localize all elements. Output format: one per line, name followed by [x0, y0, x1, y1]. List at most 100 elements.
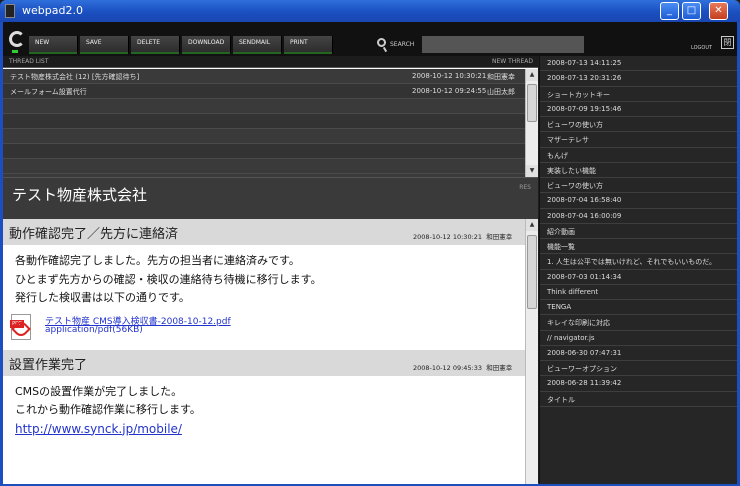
- thread-subject-band: テスト物産株式会社 RES: [3, 177, 538, 219]
- message-link[interactable]: http://www.synck.jp/mobile/: [15, 422, 182, 436]
- sidebar-item[interactable]: 1. 人生は公平では無いけれど、それでもいいものだ。: [540, 254, 737, 270]
- thread-date: 2008-10-12 10:30:21: [412, 72, 487, 80]
- button-underline: [284, 52, 332, 54]
- message-list: 動作確認完了／先方に連絡済 2008-10-12 10:30:21 和田憲幸 各…: [3, 219, 525, 484]
- sidebar-item[interactable]: 2008-07-13 20:31:26: [540, 71, 737, 87]
- sendmail-button[interactable]: SENDMAIL: [233, 36, 282, 54]
- sidebar-item[interactable]: // navigator.js: [540, 331, 737, 346]
- new-button[interactable]: NEW: [29, 36, 78, 54]
- thread-list-scrollbar[interactable]: ▲ ▼: [525, 69, 538, 177]
- sidebar-item[interactable]: 2008-06-28 11:39:42: [540, 376, 737, 392]
- scroll-thumb[interactable]: [527, 84, 537, 122]
- thread-subject: テスト物産株式会社: [12, 186, 148, 204]
- sidebar-item[interactable]: ビューワの使い方: [540, 178, 737, 194]
- toolbar: NEW SAVE DELETE DOWNLOAD SENDMAIL PRINT …: [3, 22, 737, 56]
- sidebar-item[interactable]: TENGA: [540, 300, 737, 316]
- sidebar-item[interactable]: 2008-07-04 16:00:09: [540, 209, 737, 224]
- thread-title: メールフォーム設置代行: [10, 88, 87, 96]
- search-input[interactable]: [422, 36, 584, 53]
- app-icon: [5, 4, 15, 18]
- message-scrollbar[interactable]: ▲: [525, 219, 538, 484]
- thread-row-empty: [3, 144, 525, 159]
- res-button[interactable]: RES: [519, 184, 531, 191]
- message-line: 各動作確認完了しました。先方の担当者に連絡済みです。: [15, 254, 300, 267]
- logout-icon[interactable]: 閉: [721, 36, 734, 49]
- logout-label[interactable]: LOGOUT: [691, 45, 712, 51]
- message-header: 設置作業完了 2008-10-12 09:45:33 和田憲幸: [3, 349, 525, 376]
- sidebar-item[interactable]: 2008-07-13 14:11:25: [540, 56, 737, 72]
- sidebar-item[interactable]: タイトル: [540, 392, 737, 407]
- attachment[interactable]: テスト物産 CMS導入検収書-2008-10-12.pdf applicatio…: [3, 312, 525, 350]
- sidebar-item[interactable]: 紹介動画: [540, 224, 737, 239]
- thread-date: 2008-10-12 09:24:55: [412, 87, 487, 95]
- history-list: 2008-07-13 14:11:25 2008-07-13 20:31:26 ショ…: [540, 56, 737, 407]
- download-button-label: DOWNLOAD: [188, 39, 225, 46]
- thread-author: 和田憲幸: [487, 73, 515, 81]
- thread-row[interactable]: メールフォーム設置代行 2008-10-12 09:24:55 山田太郎: [3, 84, 525, 99]
- new-thread-link[interactable]: NEW THREAD: [492, 58, 533, 65]
- sidebar-item[interactable]: 2008-06-30 07:47:31: [540, 346, 737, 361]
- message-body: CMSの設置作業が完了しました。 これから動作確認作業に移行します。 http:…: [3, 376, 525, 440]
- scroll-up-arrow-icon[interactable]: ▲: [526, 219, 538, 231]
- message-body: 各動作確認完了しました。先方の担当者に連絡済みです。 ひとまず先方からの確認・検…: [3, 245, 525, 308]
- attachment-type: application/pdf(56KB): [45, 324, 143, 335]
- button-underline: [182, 52, 230, 54]
- message-title: 動作確認完了／先方に連絡済: [9, 227, 179, 242]
- message-title: 設置作業完了: [9, 357, 88, 373]
- new-button-label: NEW: [35, 39, 50, 46]
- message-line: CMSの設置作業が完了しました。: [15, 384, 183, 398]
- thread-row[interactable]: テスト物産株式会社 (12) [先方確認待ち] 2008-10-12 10:30…: [3, 69, 525, 84]
- scroll-down-arrow-icon[interactable]: ▼: [526, 165, 538, 177]
- sendmail-button-label: SENDMAIL: [239, 39, 271, 46]
- sidebar-item[interactable]: 2008-07-09 19:15:46: [540, 102, 737, 117]
- sidebar-item[interactable]: 2008-07-04 16:58:40: [540, 193, 737, 209]
- button-underline: [131, 52, 179, 54]
- sidebar-item[interactable]: ショートカットキー: [540, 87, 737, 102]
- scroll-up-arrow-icon[interactable]: ▲: [526, 69, 538, 81]
- message-date: 2008-10-12 09:45:33: [413, 363, 483, 372]
- close-button[interactable]: ✕: [709, 2, 728, 20]
- status-indicator: [12, 50, 18, 53]
- sidebar-item[interactable]: Think different: [540, 285, 737, 300]
- sidebar-item[interactable]: ビューワの使い方: [540, 117, 737, 133]
- button-underline: [29, 52, 77, 54]
- delete-button[interactable]: DELETE: [131, 36, 180, 54]
- save-button-label: SAVE: [86, 39, 102, 46]
- main-pane: THREAD LIST NEW THREAD テスト物産株式会社 (12) [先…: [3, 56, 538, 484]
- pdf-icon[interactable]: [10, 313, 31, 340]
- sidebar-item[interactable]: ビューワーオプション: [540, 361, 737, 377]
- save-button[interactable]: SAVE: [80, 36, 129, 54]
- sidebar-item[interactable]: 2008-07-03 01:14:34: [540, 270, 737, 285]
- print-button-label: PRINT: [290, 39, 308, 46]
- thread-row-empty: [3, 99, 525, 114]
- thread-title: テスト物産株式会社 (12) [先方確認待ち]: [10, 73, 140, 81]
- download-button[interactable]: DOWNLOAD: [182, 36, 231, 54]
- message-meta: 2008-10-12 09:45:33 和田憲幸: [413, 362, 512, 372]
- maximize-button[interactable]: □: [682, 2, 701, 20]
- sidebar-item[interactable]: 機能一覧: [540, 239, 737, 255]
- search-label: SEARCH: [390, 41, 415, 48]
- window-title: webpad2.0: [22, 4, 83, 17]
- message-line: これから動作確認作業に移行します。: [15, 403, 201, 416]
- thread-list: テスト物産株式会社 (12) [先方確認待ち] 2008-10-12 10:30…: [3, 69, 525, 177]
- history-sidebar: 2008-07-13 14:11:25 2008-07-13 20:31:26 ショ…: [539, 56, 737, 484]
- thread-list-header: THREAD LIST NEW THREAD: [3, 56, 538, 68]
- search-icon[interactable]: [377, 38, 386, 47]
- message-line: ひとまず先方からの確認・検収の連絡待ち待機に移行します。: [15, 272, 322, 286]
- sidebar-item[interactable]: 実装したい機能: [540, 163, 737, 178]
- sidebar-item[interactable]: マザーテレサ: [540, 132, 737, 148]
- print-button[interactable]: PRINT: [284, 36, 333, 54]
- message-header: 動作確認完了／先方に連絡済 2008-10-12 10:30:21 和田憲幸: [3, 219, 525, 245]
- delete-button-label: DELETE: [137, 39, 161, 46]
- button-underline: [80, 52, 128, 54]
- window-title-bar[interactable]: webpad2.0 _ □ ✕: [0, 0, 740, 22]
- minimize-button[interactable]: _: [660, 2, 679, 20]
- message-author: 和田憲幸: [486, 363, 513, 372]
- button-underline: [233, 52, 281, 54]
- thread-list-title: THREAD LIST: [9, 58, 49, 65]
- sidebar-item[interactable]: もんげ: [540, 148, 737, 163]
- thread-row-empty: [3, 114, 525, 129]
- sidebar-item[interactable]: キレイな印刷に対応: [540, 315, 737, 331]
- thread-row-empty: [3, 129, 525, 144]
- scroll-thumb[interactable]: [527, 235, 537, 309]
